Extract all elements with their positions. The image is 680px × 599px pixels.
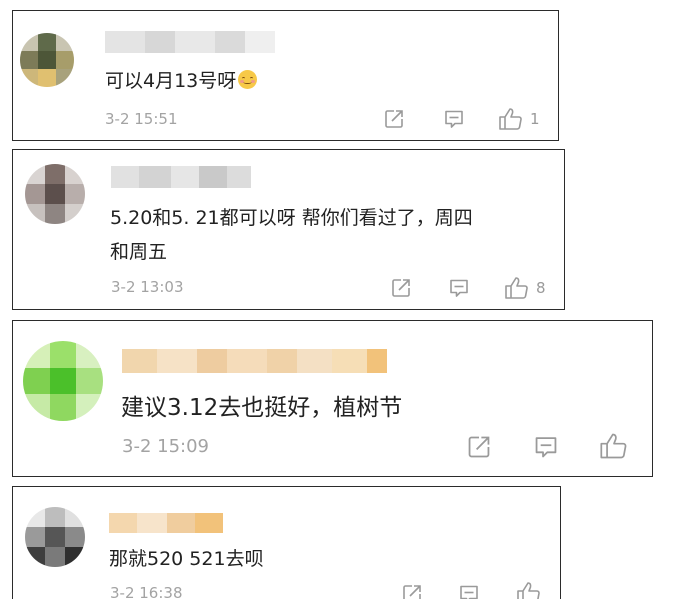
comment-button[interactable] [443, 108, 465, 130]
comment-card: 那就520 521去呗 3-2 16:38 [12, 486, 561, 599]
comment-button[interactable] [458, 583, 480, 599]
thumbs-up-icon [600, 433, 627, 459]
thumbs-up-icon [505, 277, 528, 299]
like-button[interactable]: 8 [504, 276, 546, 300]
share-icon [385, 110, 403, 128]
like-button[interactable] [599, 432, 629, 460]
share-icon [403, 585, 421, 599]
comment-icon [450, 279, 468, 297]
thumbs-up-icon [517, 582, 540, 599]
comment-button[interactable] [533, 434, 559, 460]
avatar[interactable] [20, 33, 74, 87]
avatar[interactable] [25, 507, 85, 567]
comment-text-line-1: 5.20和5. 21都可以呀 帮你们看过了，周四 [110, 207, 473, 229]
share-icon [392, 279, 410, 297]
share-button[interactable] [390, 277, 412, 299]
comment-text: 建议3.12去也挺好，植树节 [121, 395, 403, 421]
username-blurred[interactable] [111, 166, 251, 188]
like-count: 8 [536, 279, 546, 297]
comment-card: 建议3.12去也挺好，植树节 3-2 15:09 [12, 320, 653, 477]
share-button[interactable] [466, 434, 492, 460]
like-button[interactable] [516, 581, 542, 599]
timestamp: 3-2 16:38 [110, 584, 183, 599]
comment-text: 可以4月13号呀 [105, 66, 258, 93]
like-button[interactable]: 1 [498, 107, 540, 131]
share-icon [468, 436, 490, 458]
comment-icon [460, 585, 478, 599]
smiling-face-emoji-icon [238, 70, 258, 89]
username-blurred[interactable] [122, 349, 387, 373]
username-blurred[interactable] [105, 31, 275, 53]
comment-text: 那就520 521去呗 [109, 548, 264, 570]
comment-card: 5.20和5. 21都可以呀 帮你们看过了，周四 和周五 3-2 13:03 8 [12, 149, 565, 310]
comment-text-line-2: 和周五 [110, 241, 168, 263]
comment-icon [445, 110, 463, 128]
comment-text-content: 可以4月13号呀 [105, 70, 237, 92]
avatar[interactable] [25, 164, 85, 224]
avatar[interactable] [23, 341, 103, 421]
timestamp: 3-2 15:09 [122, 436, 209, 457]
comment-icon [535, 437, 557, 458]
timestamp: 3-2 15:51 [105, 110, 178, 128]
share-button[interactable] [383, 108, 405, 130]
thumbs-up-icon [499, 108, 522, 130]
share-button[interactable] [401, 583, 423, 599]
username-blurred[interactable] [109, 513, 223, 533]
comment-button[interactable] [448, 277, 470, 299]
comment-card: 可以4月13号呀 3-2 15:51 1 [12, 10, 559, 141]
timestamp: 3-2 13:03 [111, 278, 184, 296]
like-count: 1 [530, 110, 540, 128]
